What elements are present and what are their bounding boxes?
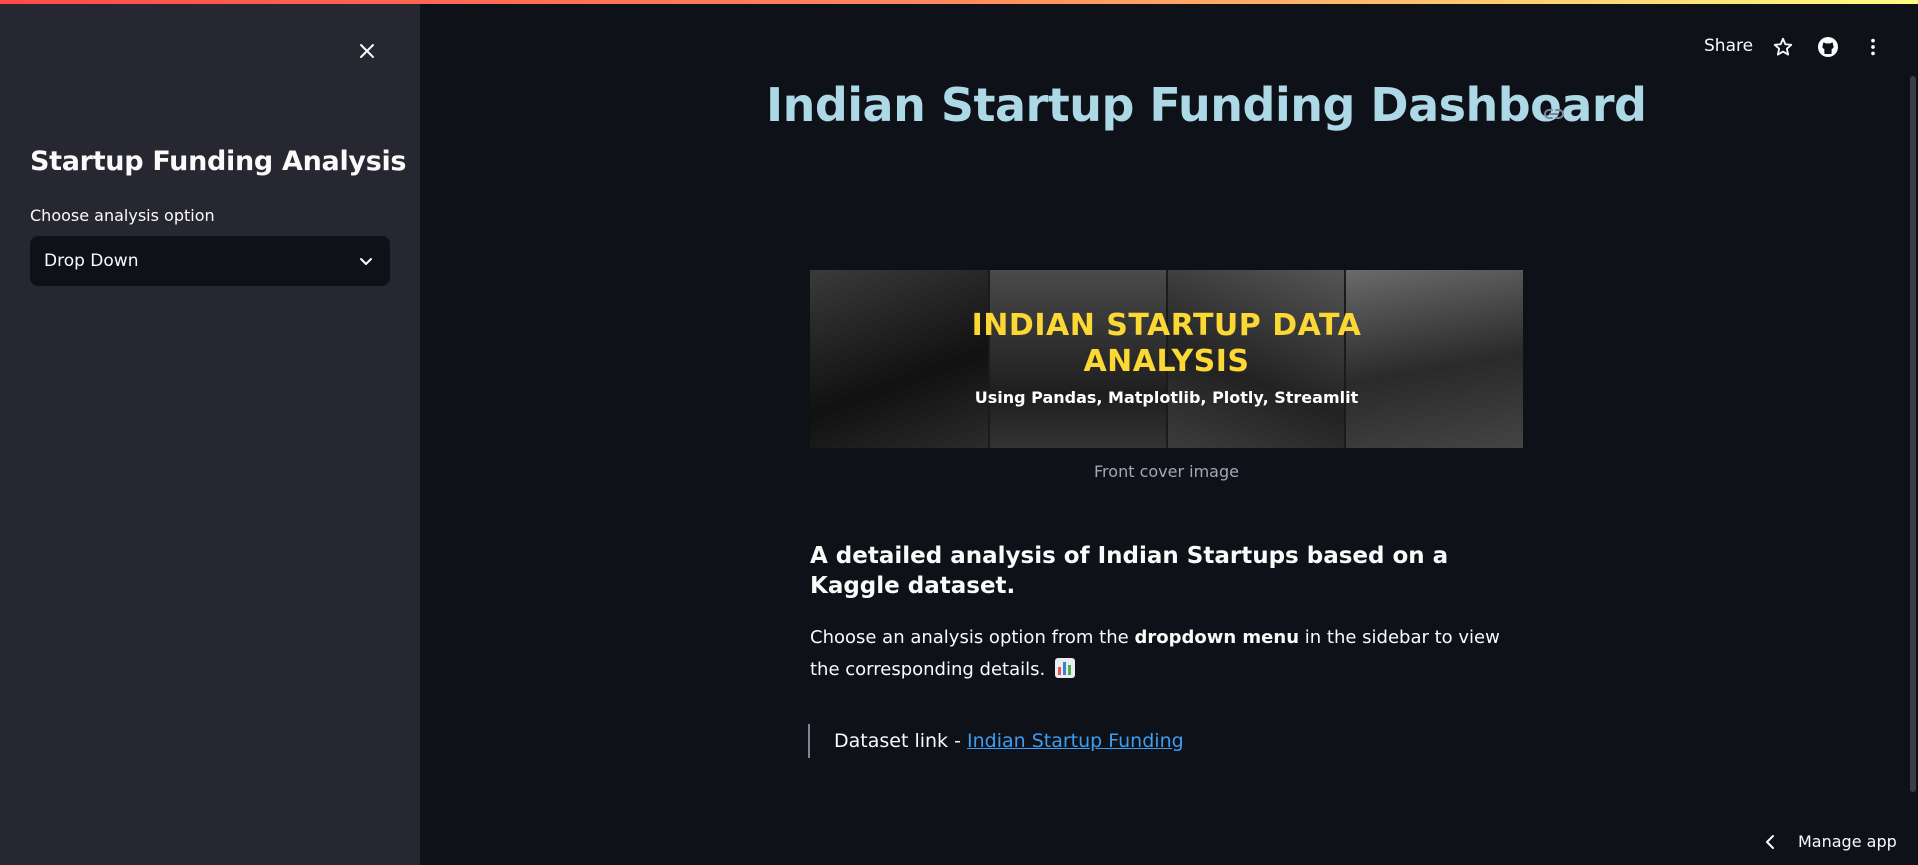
page-title: Indian Startup Funding Dashboard <box>766 78 1647 132</box>
manage-app-button[interactable]: Manage app <box>1762 832 1897 851</box>
manage-app-label: Manage app <box>1798 832 1897 851</box>
cover-title-line2: ANALYSIS <box>1083 344 1250 379</box>
top-decoration-bar <box>0 0 1918 4</box>
sidebar: Startup Funding Analysis Choose analysis… <box>0 0 420 865</box>
link-icon[interactable] <box>1540 100 1568 128</box>
dataset-link[interactable]: Indian Startup Funding <box>967 730 1184 752</box>
cover-title-line1: INDIAN STARTUP DATA <box>971 308 1362 343</box>
star-icon[interactable] <box>1770 34 1796 60</box>
cover-subtitle: Using Pandas, Matplotlib, Plotly, Stream… <box>974 388 1359 407</box>
dataset-blockquote: Dataset link - Indian Startup Funding <box>808 724 1184 758</box>
image-caption: Front cover image <box>1094 462 1239 481</box>
close-sidebar-button[interactable] <box>352 36 382 66</box>
github-icon[interactable] <box>1815 34 1841 60</box>
close-icon <box>360 44 374 58</box>
bar-chart-icon <box>1054 658 1075 678</box>
front-cover-image: INDIAN STARTUP DATA ANALYSIS Using Panda… <box>810 270 1523 448</box>
share-button[interactable]: Share <box>1704 36 1753 56</box>
subheading: A detailed analysis of Indian Startups b… <box>810 543 1449 599</box>
select-label: Choose analysis option <box>30 206 215 225</box>
sidebar-title: Startup Funding Analysis <box>30 146 407 177</box>
intro-text: Choose an analysis option from the <box>810 627 1135 648</box>
select-value: Drop Down <box>44 251 139 271</box>
dataset-label: Dataset link - <box>834 730 967 752</box>
analysis-option-select[interactable]: Drop Down <box>30 236 390 286</box>
chevron-left-icon <box>1766 834 1774 849</box>
intro-paragraph: Choose an analysis option from the dropd… <box>810 622 1510 686</box>
scrollbar[interactable] <box>1910 76 1916 792</box>
intro-bold-text: dropdown menu <box>1134 627 1300 648</box>
more-vertical-icon[interactable] <box>1860 34 1886 60</box>
chevron-down-icon <box>356 251 376 271</box>
